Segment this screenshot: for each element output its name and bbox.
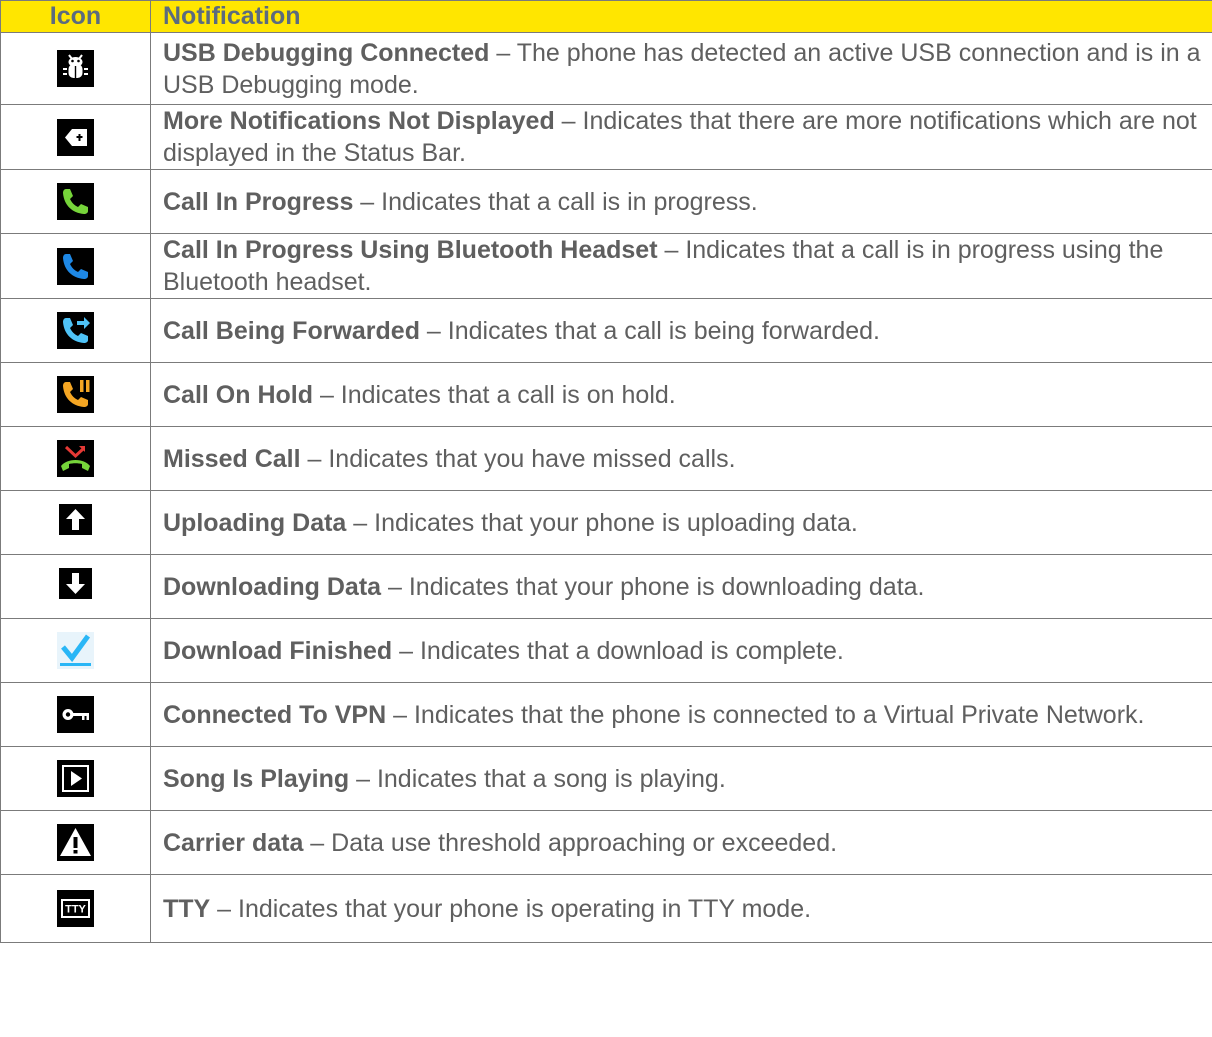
description: – Indicates that a download is complete. <box>392 636 844 665</box>
table-row: Download Finished – Indicates that a dow… <box>0 618 1212 683</box>
description: – Indicates that your phone is downloadi… <box>381 572 925 601</box>
description: – Indicates that a song is playing. <box>349 764 726 793</box>
vpn-key-icon <box>57 696 94 733</box>
table-row: Call In Progress Using Bluetooth Headset… <box>0 233 1212 299</box>
term: More Notifications Not Displayed <box>163 107 555 135</box>
table-row: Uploading Data – Indicates that your pho… <box>0 490 1212 555</box>
column-header-notification: Notification <box>150 0 1212 33</box>
play-icon <box>57 760 94 797</box>
table-row: TTY TTY – Indicates that your phone is o… <box>0 874 1212 943</box>
download-finished-icon <box>57 632 94 669</box>
description: – Indicates that a call is being forward… <box>419 316 880 345</box>
usb-debug-icon <box>57 50 94 87</box>
more-notifications-icon <box>57 118 94 156</box>
term: TTY <box>163 894 211 923</box>
description: – Data use threshold approaching or exce… <box>303 828 838 857</box>
term: Carrier data <box>163 828 304 857</box>
tty-icon: TTY <box>57 890 94 927</box>
term: Call In Progress <box>163 187 354 216</box>
table-row: Connected To VPN – Indicates that the ph… <box>0 682 1212 747</box>
term: Call Being Forwarded <box>163 316 420 345</box>
term: Uploading Data <box>163 508 347 537</box>
table-row: Song Is Playing – Indicates that a song … <box>0 746 1212 811</box>
term: USB Debugging Connected <box>163 38 490 67</box>
call-hold-icon <box>57 376 94 413</box>
description: – Indicates that your phone is uploading… <box>346 508 858 537</box>
table-row: More Notifications Not Displayed – Indic… <box>0 104 1212 170</box>
table-row: Carrier data – Data use threshold approa… <box>0 810 1212 875</box>
call-forward-icon <box>57 312 94 349</box>
term: Song Is Playing <box>163 764 350 793</box>
upload-icon <box>57 504 94 541</box>
notification-icons-table: Icon Notification USB Debugging Connecte… <box>0 0 1212 943</box>
missed-call-icon <box>57 440 94 477</box>
table-header-row: Icon Notification <box>0 0 1212 33</box>
term: Call In Progress Using Bluetooth Headset <box>163 236 658 264</box>
table-row: Call On Hold – Indicates that a call is … <box>0 362 1212 427</box>
term: Downloading Data <box>163 572 382 601</box>
term: Download Finished <box>163 636 393 665</box>
description: – Indicates that a call is on hold. <box>313 380 676 409</box>
term: Connected To VPN <box>163 700 387 729</box>
call-in-progress-icon <box>57 183 94 220</box>
column-header-icon: Icon <box>0 0 151 33</box>
table-row: Call In Progress – Indicates that a call… <box>0 169 1212 234</box>
term: Missed Call <box>163 444 301 473</box>
table-row: Missed Call – Indicates that you have mi… <box>0 426 1212 491</box>
description: – Indicates that your phone is operating… <box>210 894 812 923</box>
call-bluetooth-icon <box>57 247 94 285</box>
term: Call On Hold <box>163 380 313 409</box>
description: – Indicates that a call is in progress. <box>353 187 758 216</box>
table-row: Downloading Data – Indicates that your p… <box>0 554 1212 619</box>
table-row: Call Being Forwarded – Indicates that a … <box>0 298 1212 363</box>
table-row: USB Debugging Connected – The phone has … <box>0 32 1212 105</box>
tty-icon-label: TTY <box>65 904 86 916</box>
download-icon <box>57 568 94 605</box>
warning-icon <box>57 824 94 861</box>
description: – Indicates that you have missed calls. <box>300 444 736 473</box>
description: – Indicates that the phone is connected … <box>386 700 1145 729</box>
